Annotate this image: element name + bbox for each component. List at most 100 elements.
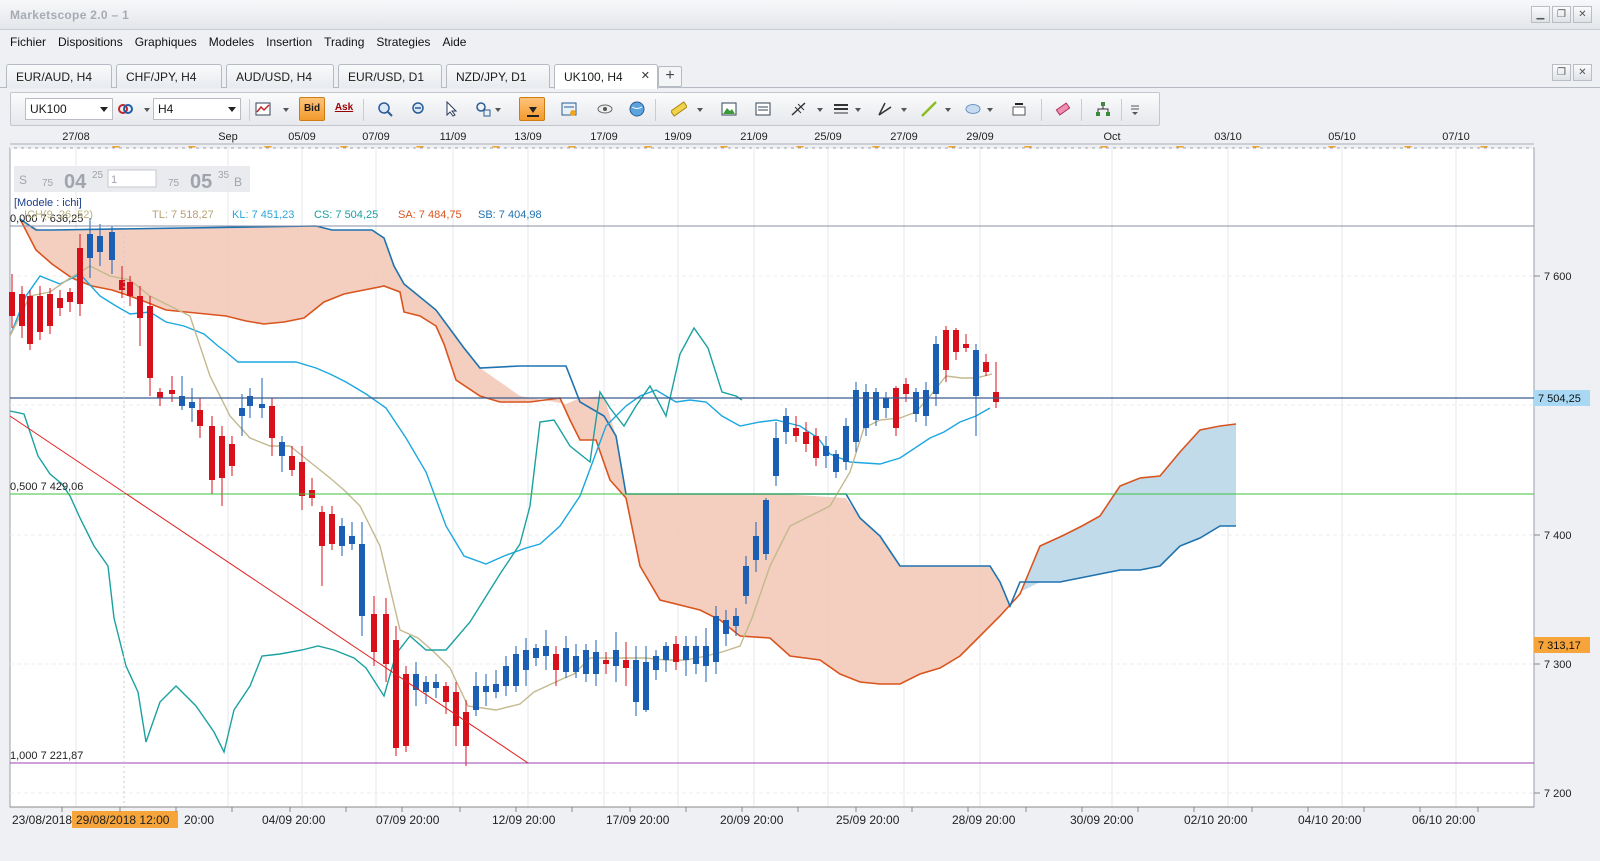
- price-tag-label: 7 504,25: [1538, 393, 1581, 405]
- marketscope-window: Marketscope 2.0 – 1 ▁ ❐ ✕ Fichier Dispos…: [0, 0, 1600, 861]
- menu-aide[interactable]: Aide: [436, 35, 472, 49]
- lines-dropdown-icon[interactable]: [855, 108, 861, 112]
- fibonacci-icon[interactable]: [791, 101, 807, 117]
- close-button[interactable]: ✕: [1573, 6, 1592, 23]
- bottom-date-label: 30/09 20:00: [1070, 813, 1134, 827]
- menu-fichier[interactable]: Fichier: [4, 35, 52, 49]
- autoscroll-button[interactable]: [519, 97, 545, 121]
- candle-body: [299, 462, 305, 496]
- add-tab-button[interactable]: +: [658, 66, 682, 87]
- top-date-label: 27/09: [890, 131, 918, 143]
- timeframe-select[interactable]: H4: [153, 98, 241, 120]
- candle-body: [423, 682, 429, 692]
- candle-body: [147, 306, 153, 378]
- top-date-label: 17/09: [590, 131, 618, 143]
- candle-body: [713, 616, 719, 662]
- minimize-button[interactable]: ▁: [1531, 6, 1550, 23]
- link-icon[interactable]: [117, 101, 133, 117]
- bid-button[interactable]: Bid: [299, 97, 325, 121]
- bottom-date-label: 06/10 20:00: [1412, 813, 1476, 827]
- candle-body: [583, 650, 589, 674]
- bottom-date-label: 04/10 20:00: [1298, 813, 1362, 827]
- cursor-icon[interactable]: [443, 101, 459, 117]
- properties-icon[interactable]: [561, 101, 577, 117]
- ask-button[interactable]: Ask: [331, 97, 357, 121]
- window-title: Marketscope 2.0 – 1: [10, 8, 130, 22]
- menu-modeles[interactable]: Modeles: [203, 35, 260, 49]
- indicator-icon[interactable]: [755, 101, 771, 117]
- menu-strategies[interactable]: Strategies: [370, 35, 436, 49]
- candle-body: [523, 650, 529, 670]
- lines-icon[interactable]: [833, 101, 849, 117]
- pencil-dropdown-icon[interactable]: [901, 108, 907, 112]
- eraser-icon[interactable]: [1055, 101, 1071, 117]
- bottom-date-label: 17/09 20:00: [606, 813, 670, 827]
- candle-body: [873, 392, 879, 420]
- toolbar-separator: [655, 99, 656, 121]
- globe-icon[interactable]: [629, 101, 645, 117]
- candle-body: [663, 646, 669, 660]
- chart-type-dropdown-icon[interactable]: [283, 108, 289, 112]
- toolbar-more-icon[interactable]: [1127, 101, 1143, 117]
- zoom-in-icon[interactable]: [377, 101, 393, 117]
- chart-restore-button[interactable]: ❐: [1552, 64, 1571, 81]
- candle-body: [773, 438, 779, 476]
- candle-body: [793, 428, 799, 436]
- image-icon[interactable]: [721, 101, 737, 117]
- tab-uk100-h4[interactable]: UK100, H4 ✕: [554, 64, 658, 89]
- menu-graphiques[interactable]: Graphiques: [129, 35, 203, 49]
- candle-body: [493, 684, 499, 692]
- candle-body: [403, 674, 409, 746]
- trendline-icon[interactable]: [921, 101, 937, 117]
- menu-trading[interactable]: Trading: [318, 35, 370, 49]
- candle-body: [733, 616, 739, 626]
- bottom-date-label: 25/09 20:00: [836, 813, 900, 827]
- tab-eur-usd-d1[interactable]: EUR/USD, D1: [338, 64, 442, 88]
- candle-body: [983, 362, 989, 372]
- tab-eur-aud-h4[interactable]: EUR/AUD, H4: [6, 64, 112, 88]
- candle-body: [137, 296, 143, 318]
- candle-body: [57, 298, 63, 308]
- candle-body: [229, 444, 235, 466]
- menu-dispositions[interactable]: Dispositions: [52, 35, 129, 49]
- menu-insertion[interactable]: Insertion: [260, 35, 318, 49]
- candle-body: [833, 454, 839, 472]
- hierarchy-icon[interactable]: [1095, 101, 1111, 117]
- pencil-icon[interactable]: [877, 101, 893, 117]
- ellipse-dropdown-icon[interactable]: [987, 108, 993, 112]
- fibonacci-dropdown-icon[interactable]: [817, 108, 823, 112]
- chart-window-controls: ❐ ✕: [1552, 64, 1592, 81]
- price-tick-label: 7 300: [1544, 659, 1572, 671]
- top-date-label: 19/09: [664, 131, 692, 143]
- candle-body: [27, 296, 33, 344]
- magnifier-dropdown-icon[interactable]: [495, 108, 501, 112]
- restore-button[interactable]: ❐: [1552, 6, 1571, 23]
- ruler-dropdown-icon[interactable]: [697, 108, 703, 112]
- candle-body: [47, 294, 53, 326]
- candle-body: [219, 436, 225, 478]
- price-chart[interactable]: 27/08 Sep 05/09 07/09 11/09 13/09 17/09 19/09 21…: [0, 126, 1600, 861]
- text-icon[interactable]: [1011, 101, 1027, 117]
- link-dropdown-icon[interactable]: [144, 108, 150, 112]
- indicator-value: KL: 7 451,23: [232, 209, 294, 221]
- top-date-label: 07/09: [362, 131, 390, 143]
- chart-close-button[interactable]: ✕: [1573, 64, 1592, 81]
- menu-bar: Fichier Dispositions Graphiques Modeles …: [0, 30, 1600, 54]
- ruler-icon[interactable]: [671, 101, 687, 117]
- eye-icon[interactable]: [597, 101, 613, 117]
- candle-body: [693, 646, 699, 664]
- ellipse-icon[interactable]: [965, 101, 981, 117]
- trendline-dropdown-icon[interactable]: [945, 108, 951, 112]
- tab-nzd-jpy-d1[interactable]: NZD/JPY, D1: [446, 64, 550, 88]
- zoom-out-icon[interactable]: [411, 101, 427, 117]
- title-bar: Marketscope 2.0 – 1 ▁ ❐ ✕: [0, 0, 1600, 30]
- symbol-select[interactable]: UK100: [25, 98, 113, 120]
- magnifier-icon[interactable]: [475, 101, 491, 117]
- chart-tab-bar: EUR/AUD, H4 CHF/JPY, H4 AUD/USD, H4 EUR/…: [0, 60, 1600, 89]
- indicator-value: SB: 7 404,98: [478, 209, 542, 221]
- candle-body: [157, 392, 163, 398]
- tab-aud-usd-h4[interactable]: AUD/USD, H4: [226, 64, 334, 88]
- tab-chf-jpy-h4[interactable]: CHF/JPY, H4: [116, 64, 222, 88]
- chart-type-icon[interactable]: [255, 101, 271, 117]
- close-tab-icon[interactable]: ✕: [641, 69, 650, 82]
